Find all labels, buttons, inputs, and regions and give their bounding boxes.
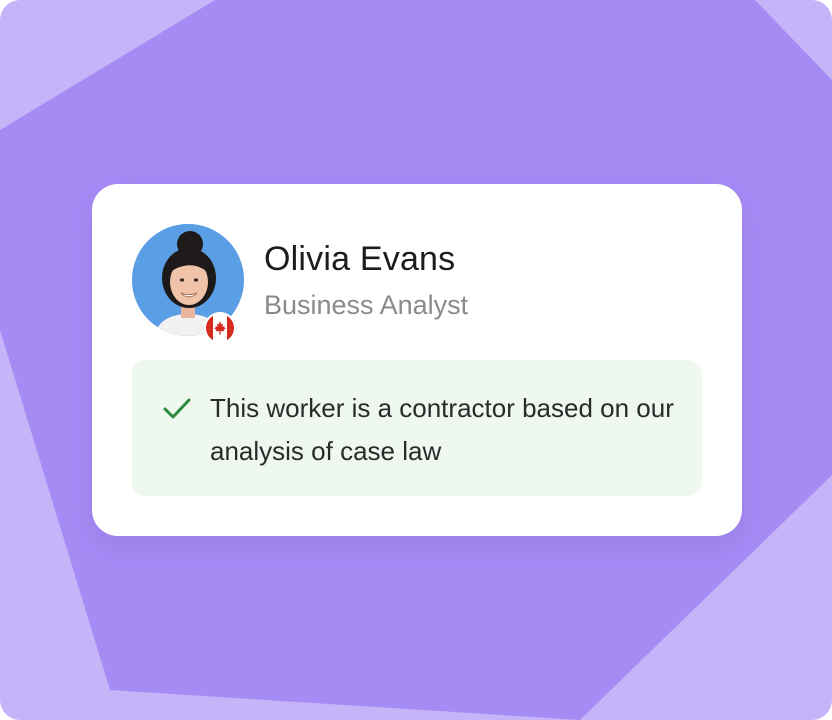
status-banner: This worker is a contractor based on our… — [132, 360, 702, 496]
background-canvas: Olivia Evans Business Analyst This worke… — [0, 0, 832, 720]
canada-flag-icon — [204, 312, 236, 344]
worker-title: Business Analyst — [264, 290, 469, 320]
checkmark-icon — [163, 398, 191, 419]
worker-card: Olivia Evans Business Analyst This worke… — [92, 184, 742, 536]
status-message: This worker is a contractor based on our… — [210, 393, 674, 466]
worker-name: Olivia Evans — [264, 240, 456, 278]
